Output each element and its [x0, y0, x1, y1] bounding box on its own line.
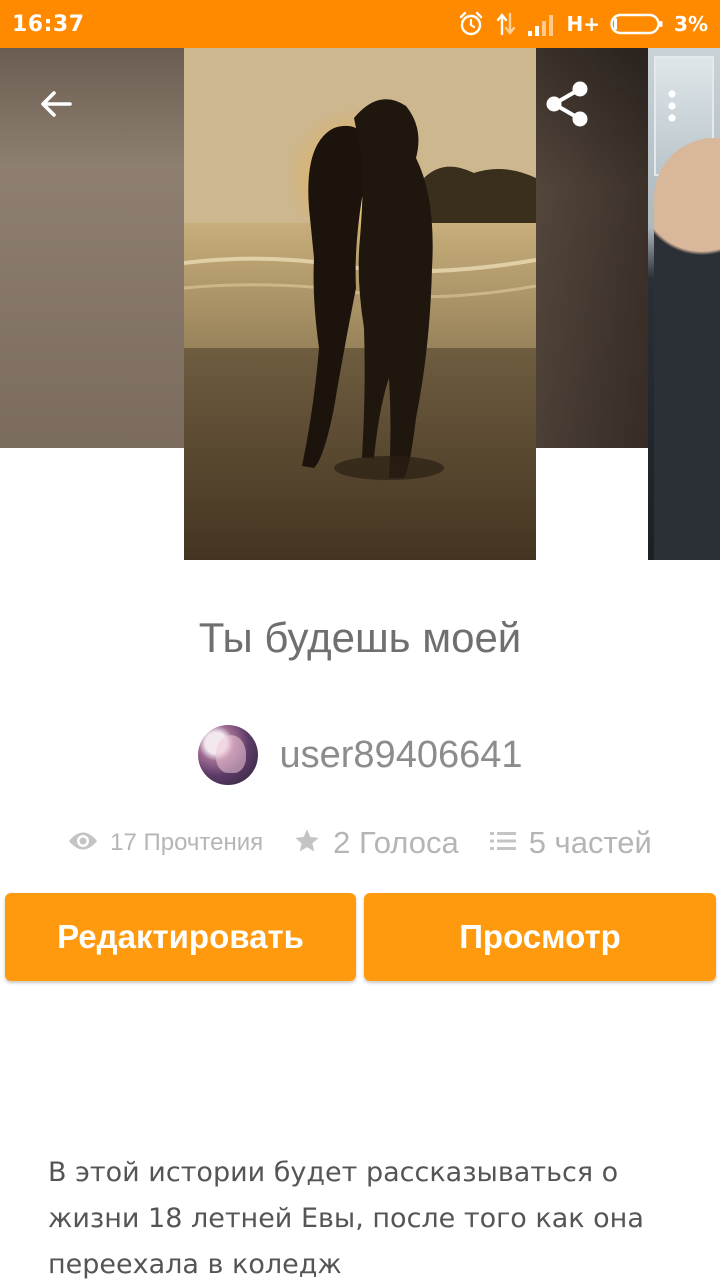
star-icon: [293, 827, 321, 859]
share-button[interactable]: [536, 78, 600, 134]
back-button[interactable]: [24, 82, 88, 130]
arrow-back-icon: [36, 84, 76, 128]
story-cover-image: [184, 48, 536, 560]
votes-count: 2 Голоса: [333, 825, 459, 860]
more-vert-icon: [666, 88, 678, 128]
reads-count: 17 Прочтения: [110, 829, 264, 856]
edit-button[interactable]: Редактировать: [5, 893, 356, 981]
eye-icon: [68, 830, 98, 856]
signal-icon: [527, 11, 557, 37]
data-activity-icon: [495, 10, 517, 38]
story-description: В этой истории будет рассказываться о жи…: [48, 1157, 644, 1280]
status-icons: H+ 3%: [457, 10, 708, 38]
votes-stat: 2 Голоса: [293, 825, 459, 861]
list-icon: [489, 829, 517, 857]
status-time: 16:37: [12, 11, 85, 37]
network-label: H+: [566, 12, 601, 36]
author-row[interactable]: user89406641: [0, 722, 720, 788]
author-name[interactable]: user89406641: [280, 734, 523, 777]
battery-level: 3%: [674, 12, 708, 36]
view-button[interactable]: Просмотр: [364, 893, 716, 981]
share-icon: [542, 78, 594, 134]
story-title: Ты будешь моей: [198, 614, 522, 661]
parts-count: 5 частей: [528, 825, 652, 860]
story-stats: 17 Прочтения 2 Голоса 5 частей: [0, 818, 720, 868]
more-options-button[interactable]: [650, 80, 694, 136]
reads-stat: 17 Прочтения: [68, 829, 263, 857]
battery-icon: [610, 12, 664, 36]
parts-stat: 5 частей: [489, 825, 652, 861]
avatar[interactable]: [197, 725, 258, 785]
cover-carousel[interactable]: [0, 48, 720, 560]
next-cover-person: [654, 138, 720, 560]
status-bar: 16:37 H+ 3%: [0, 0, 720, 48]
alarm-icon: [457, 10, 485, 38]
